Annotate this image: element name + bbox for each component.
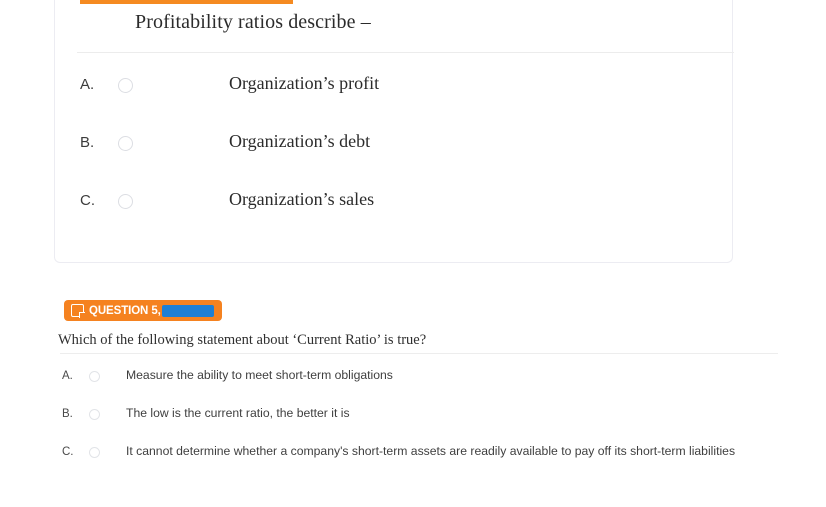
question5-prompt: Which of the following statement about ‘… — [58, 332, 427, 348]
option-text-b: Organization’s debt — [229, 131, 371, 151]
radio-option-a[interactable] — [118, 78, 133, 93]
option-text-a: Organization’s profit — [229, 73, 380, 93]
question-title-divider — [77, 52, 734, 53]
question5-option-text-c: It cannot determine whether a company's … — [126, 444, 736, 458]
option-row-c[interactable]: C. Organization’s sales — [55, 188, 734, 222]
question5-divider — [60, 353, 778, 354]
question5-badge[interactable]: QUESTION 5, — [64, 300, 222, 321]
card-accent-bar — [80, 0, 293, 4]
radio-option-c[interactable] — [118, 194, 133, 209]
redaction-highlight — [161, 304, 214, 317]
question5-option-row-a[interactable]: A. Measure the ability to meet short-ter… — [0, 365, 826, 391]
question-card: Profitability ratios describe – A. Organ… — [54, 0, 734, 263]
option-text-c: Organization’s sales — [229, 189, 375, 209]
question5-option-letter-a: A. — [62, 370, 73, 382]
option-row-b[interactable]: B. Organization’s debt — [55, 130, 734, 164]
question5-option-text-b: The low is the current ratio, the better… — [126, 406, 350, 420]
question5-option-text-a: Measure the ability to meet short-term o… — [126, 368, 393, 382]
option-letter-b: B. — [80, 134, 95, 151]
question5-option-letter-b: B. — [62, 408, 73, 420]
option-letter-c: C. — [80, 192, 95, 209]
option-row-a[interactable]: A. Organization’s profit — [55, 72, 734, 106]
question5-badge-label: QUESTION 5, — [89, 304, 161, 317]
question5-option-letter-c: C. — [62, 446, 74, 458]
question5-option-row-b[interactable]: B. The low is the current ratio, the bet… — [0, 403, 826, 429]
question5-radio-a[interactable] — [89, 371, 100, 382]
question5-option-row-c[interactable]: C. It cannot determine whether a company… — [0, 441, 826, 467]
question5-radio-c[interactable] — [89, 447, 100, 458]
question-title: Profitability ratios describe – — [135, 11, 371, 33]
question5-radio-b[interactable] — [89, 409, 100, 420]
note-icon — [71, 304, 85, 318]
option-letter-a: A. — [80, 76, 95, 93]
radio-option-b[interactable] — [118, 136, 133, 151]
